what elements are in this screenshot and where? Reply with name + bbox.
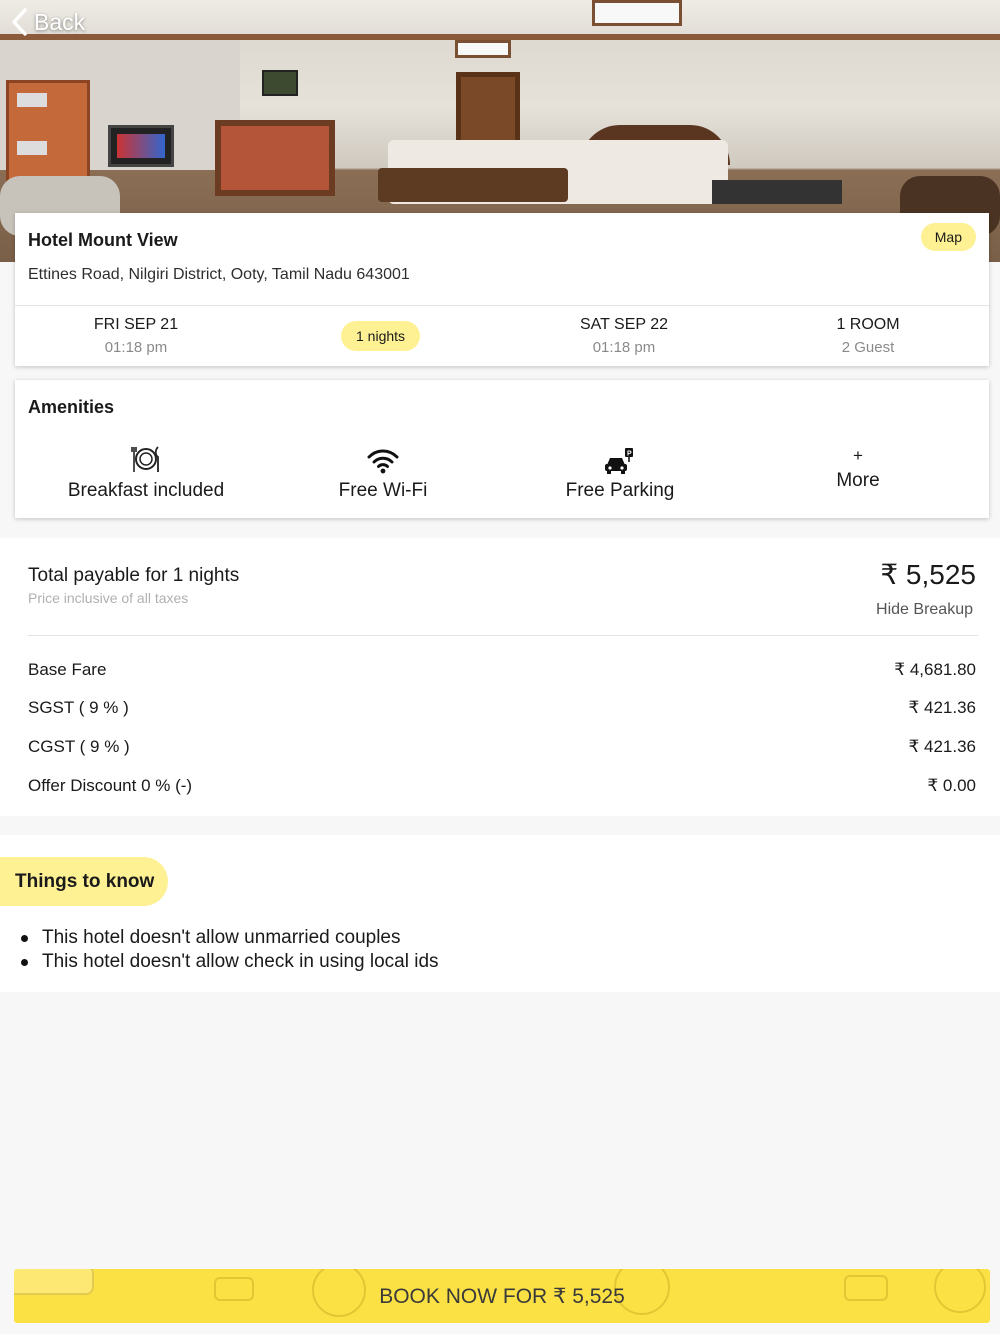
plus-icon: + [853,446,863,465]
checkout-info[interactable]: SAT SEP 22 01:18 pm [544,316,704,356]
price-row-sgst: SGST ( 9 % ) ₹ 421.36 [28,698,976,718]
rooms-guests-info[interactable]: 1 ROOM 2 Guest [788,316,948,356]
amenity-label: Free Parking [565,480,675,501]
hotel-address: Ettines Road, Nilgiri District, Ooty, Ta… [28,266,410,283]
hotel-name: Hotel Mount View [28,230,178,250]
price-row-label: Offer Discount 0 % (-) [28,776,193,795]
things-to-know-section: Things to know This hotel doesn't allow … [0,835,1000,992]
price-row-value: ₹ 421.36 [908,698,976,717]
checkout-date: SAT SEP 22 [579,316,669,333]
more-label: More [836,470,880,491]
amenity-label: Free Wi-Fi [338,480,428,501]
price-row-value: ₹ 421.36 [908,737,976,756]
hotel-info-card: Hotel Mount View Map Ettines Road, Nilgi… [15,213,989,366]
total-payable-label: Total payable for 1 nights [28,565,240,586]
price-row-label: SGST ( 9 % ) [28,698,129,717]
amenity-label: Breakfast included [67,480,225,501]
amenity-wifi: Free Wi-Fi [268,440,498,502]
back-button[interactable]: Back [10,8,85,36]
more-amenities-button[interactable]: + More [758,446,958,492]
nights-badge: 1 nights [341,321,421,351]
divider [15,305,989,306]
price-row-label: CGST ( 9 % ) [28,737,130,756]
things-list: This hotel doesn't allow unmarried coupl… [21,926,439,974]
wifi-icon [367,449,399,474]
price-row-label: Base Fare [28,660,107,679]
checkin-info[interactable]: FRI SEP 21 01:18 pm [56,316,216,356]
divider [28,635,978,636]
price-row-base-fare: Base Fare ₹ 4,681.80 [28,660,976,680]
chevron-left-icon [12,8,27,36]
list-item: This hotel doesn't allow check in using … [21,951,439,972]
things-to-know-title: Things to know [0,857,169,906]
rooms-count: 1 ROOM [836,316,900,333]
price-row-value: ₹ 4,681.80 [894,660,976,679]
amenity-breakfast: Breakfast included [31,440,261,502]
book-now-label: BOOK NOW FOR ₹ 5,525 [379,1284,625,1308]
price-section: Total payable for 1 nights Price inclusi… [0,538,1000,816]
price-row-offer-discount: Offer Discount 0 % (-) ₹ 0.00 [28,776,976,796]
amenities-card: Amenities Breakfast included Free Wi-Fi [15,380,989,518]
map-button[interactable]: Map [920,223,976,251]
amenity-parking: P Free Parking [505,440,735,502]
amenities-title: Amenities [28,397,115,417]
list-item: This hotel doesn't allow unmarried coupl… [21,926,439,950]
plate-icon [131,446,159,472]
hide-breakup-link[interactable]: Hide Breakup [876,601,973,619]
svg-text:P: P [627,451,632,458]
checkin-time: 01:18 pm [104,339,168,356]
book-now-button[interactable]: BOOK NOW FOR ₹ 5,525 [14,1269,990,1323]
parking-car-icon: P [605,448,633,474]
tax-note: Price inclusive of all taxes [28,590,189,606]
total-amount: ₹ 5,525 [880,559,976,590]
price-row-cgst: CGST ( 9 % ) ₹ 421.36 [28,737,976,757]
price-row-value: ₹ 0.00 [927,776,976,795]
checkout-time: 01:18 pm [592,339,656,356]
guests-count: 2 Guest [841,339,895,356]
back-label: Back [34,8,86,35]
checkin-date: FRI SEP 21 [93,316,179,333]
